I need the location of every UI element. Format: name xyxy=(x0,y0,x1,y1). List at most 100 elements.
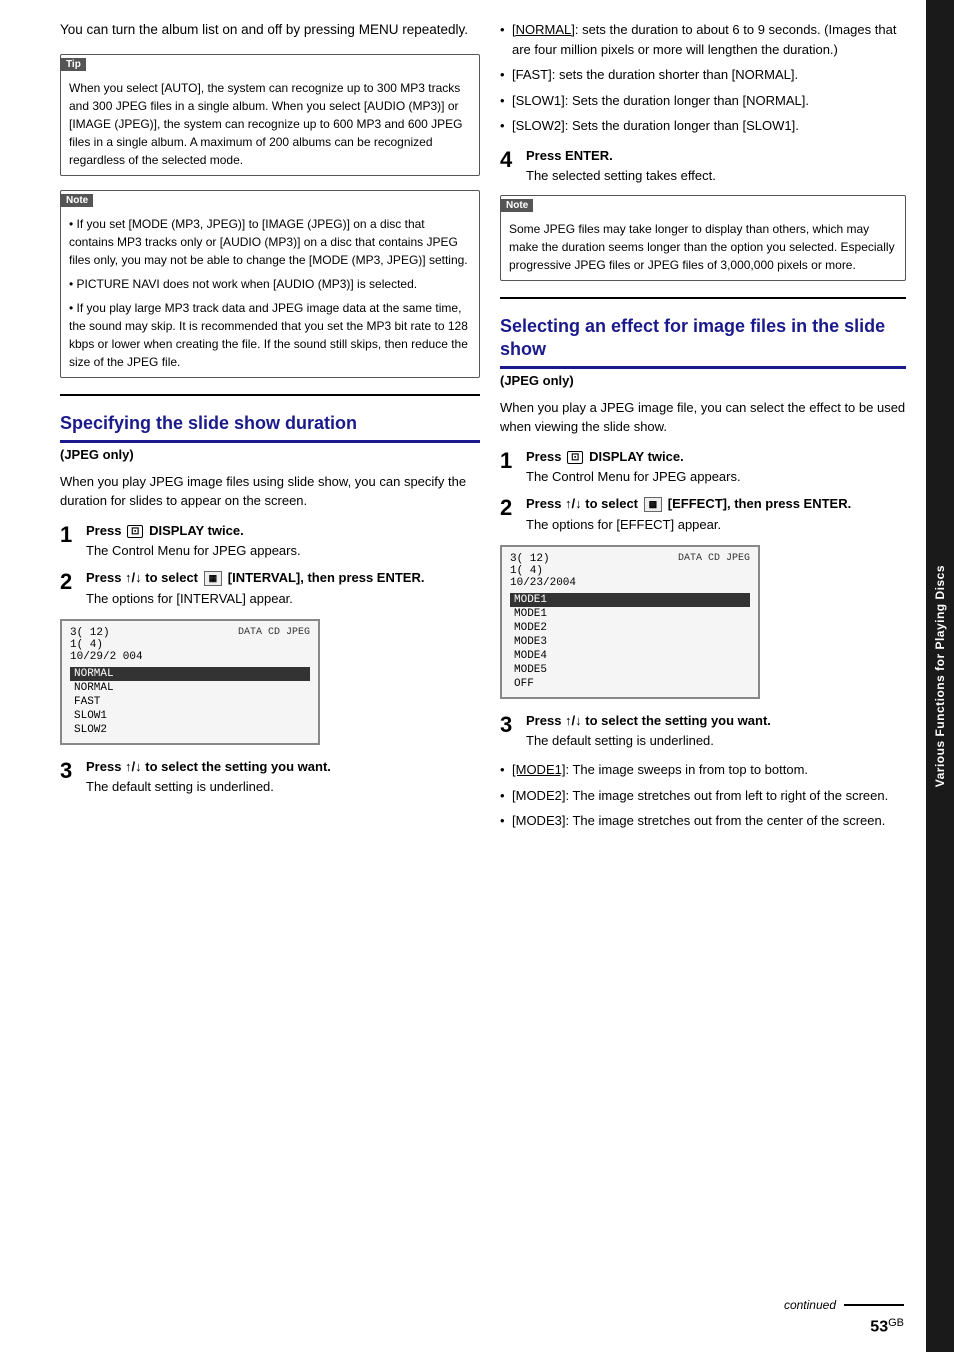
dvd-screen-2: 3( 12) 1( 4) 10/23/2004 DATA CD JPEG MOD… xyxy=(500,545,760,699)
sec2-step1-content: Press ⊡ DISPLAY twice. The Control Menu … xyxy=(526,449,906,487)
page-number-area: 53GB xyxy=(870,1317,904,1336)
interval-option-normal: [NORMAL]: sets the duration to about 6 t… xyxy=(500,20,906,59)
divider-2 xyxy=(500,297,906,299)
step-4: 4 Press ENTER. The selected setting take… xyxy=(500,148,906,186)
note-content-1: • If you set [MODE (MP3, JPEG)] to [IMAG… xyxy=(61,211,479,377)
interval-icon: ▦ xyxy=(204,571,223,586)
dvd-menu-1: NORMAL NORMAL FAST SLOW1 SLOW2 xyxy=(70,667,310,737)
sec2-step3-desc: The default setting is underlined. xyxy=(526,731,906,751)
note-label-2: Note xyxy=(501,199,533,212)
step4-desc: The selected setting takes effect. xyxy=(526,166,906,186)
step-1: 1 Press ⊡ DISPLAY twice. The Control Men… xyxy=(60,523,480,561)
sec2-step2-content: Press ↑/↓ to select ▩ [EFFECT], then pre… xyxy=(526,496,906,535)
step3-number: 3 xyxy=(60,759,82,783)
right-column: [NORMAL]: sets the duration to about 6 t… xyxy=(500,20,906,1332)
section2-title: Selecting an effect for image files in t… xyxy=(500,315,906,369)
sec2-step-1: 1 Press ⊡ DISPLAY twice. The Control Men… xyxy=(500,449,906,487)
dvd-menu-item-slow1: SLOW1 xyxy=(70,709,310,723)
sec2-step2-number: 2 xyxy=(500,496,522,520)
sec2-step3-title: Press ↑/↓ to select the setting you want… xyxy=(526,713,906,728)
step4-title: Press ENTER. xyxy=(526,148,906,163)
note-content-2: Some JPEG files may take longer to displ… xyxy=(501,216,905,280)
sec2-step1-number: 1 xyxy=(500,449,522,473)
sec2-step1-title: Press ⊡ DISPLAY twice. xyxy=(526,449,906,464)
intro-text: You can turn the album list on and off b… xyxy=(60,20,480,40)
dvd-line1: 3( 12) xyxy=(70,627,143,639)
page-number: 53 xyxy=(870,1318,888,1335)
dvd-screen-info-2: 3( 12) 1( 4) 10/23/2004 xyxy=(510,553,576,589)
dvd-line2: 1( 4) xyxy=(70,639,143,651)
section1-intro: When you play JPEG image files using sli… xyxy=(60,472,480,511)
step-2: 2 Press ↑/↓ to select ▦ [INTERVAL], then… xyxy=(60,570,480,609)
section2-subtitle: (JPEG only) xyxy=(500,373,906,388)
main-content: You can turn the album list on and off b… xyxy=(0,0,926,1352)
section1-subtitle: (JPEG only) xyxy=(60,447,480,462)
note-label-1: Note xyxy=(61,194,93,207)
dvd2-menu-mode4: MODE4 xyxy=(510,649,750,663)
continued-text: continued xyxy=(784,1298,904,1312)
display-icon-1: ⊡ xyxy=(127,525,143,538)
sidebar-tab-text: Various Functions for Playing Discs xyxy=(933,565,947,787)
sec2-step1-desc: The Control Menu for JPEG appears. xyxy=(526,467,906,487)
effect-icon: ▩ xyxy=(644,497,663,512)
step2-number: 2 xyxy=(60,570,82,594)
page-suffix: GB xyxy=(888,1317,904,1329)
dvd-menu-2: MODE1 MODE1 MODE2 MODE3 MODE4 MODE5 OFF xyxy=(510,593,750,691)
dvd2-menu-mode2: MODE2 xyxy=(510,621,750,635)
step2-content: Press ↑/↓ to select ▦ [INTERVAL], then p… xyxy=(86,570,480,609)
dvd-label-text-1: DATA CD JPEG xyxy=(238,627,310,638)
dvd-menu-item-normal: NORMAL xyxy=(70,681,310,695)
step2-title: Press ↑/↓ to select ▦ [INTERVAL], then p… xyxy=(86,570,480,586)
note-box-2: Note Some JPEG files may take longer to … xyxy=(500,195,906,281)
note1-item-2: • PICTURE NAVI does not work when [AUDIO… xyxy=(69,275,471,293)
sec2-step2-title: Press ↑/↓ to select ▩ [EFFECT], then pre… xyxy=(526,496,906,512)
note1-item-1: • If you set [MODE (MP3, JPEG)] to [IMAG… xyxy=(69,215,471,269)
interval-option-slow1: [SLOW1]: Sets the duration longer than [… xyxy=(500,91,906,111)
step4-number: 4 xyxy=(500,148,522,172)
tip-box: Tip When you select [AUTO], the system c… xyxy=(60,54,480,176)
sec2-step3-number: 3 xyxy=(500,713,522,737)
dvd-menu-item-fast: FAST xyxy=(70,695,310,709)
dvd-screen-label-1: DATA CD JPEG xyxy=(238,627,310,663)
step1-desc: The Control Menu for JPEG appears. xyxy=(86,541,480,561)
divider-1 xyxy=(60,394,480,396)
section2-intro: When you play a JPEG image file, you can… xyxy=(500,398,906,437)
dvd2-menu-off: OFF xyxy=(510,677,750,691)
step-3: 3 Press ↑/↓ to select the setting you wa… xyxy=(60,759,480,797)
continued-label: continued xyxy=(784,1298,836,1312)
sec2-step-2: 2 Press ↑/↓ to select ▩ [EFFECT], then p… xyxy=(500,496,906,535)
dvd-menu-highlight-1: NORMAL xyxy=(70,667,310,681)
sec2-step2-desc: The options for [EFFECT] appear. xyxy=(526,515,906,535)
tip-text: When you select [AUTO], the system can r… xyxy=(69,81,463,167)
dvd2-menu-mode3: MODE3 xyxy=(510,635,750,649)
step1-number: 1 xyxy=(60,523,82,547)
effect-mode3: [MODE3]: The image stretches out from th… xyxy=(500,811,906,831)
section1-title: Specifying the slide show duration xyxy=(60,412,480,442)
note1-item-3: • If you play large MP3 track data and J… xyxy=(69,299,471,371)
dvd2-menu-mode1: MODE1 xyxy=(510,607,750,621)
display-icon-2: ⊡ xyxy=(567,451,583,464)
tip-label: Tip xyxy=(61,58,86,71)
note2-text: Some JPEG files may take longer to displ… xyxy=(509,220,897,274)
interval-option-slow2: [SLOW2]: Sets the duration longer than [… xyxy=(500,116,906,136)
effect-mode2: [MODE2]: The image stretches out from le… xyxy=(500,786,906,806)
dvd-screen-label-2: DATA CD JPEG xyxy=(678,553,750,589)
sidebar-tab: Various Functions for Playing Discs xyxy=(926,0,954,1352)
step3-desc: The default setting is underlined. xyxy=(86,777,480,797)
step2-desc: The options for [INTERVAL] appear. xyxy=(86,589,480,609)
dvd2-menu-mode5: MODE5 xyxy=(510,663,750,677)
dvd-screen-1: 3( 12) 1( 4) 10/29/2 004 DATA CD JPEG NO… xyxy=(60,619,320,745)
tip-content: When you select [AUTO], the system can r… xyxy=(61,75,479,175)
dvd-screen-top-1: 3( 12) 1( 4) 10/29/2 004 DATA CD JPEG xyxy=(70,627,310,663)
dvd2-line2: 1( 4) xyxy=(510,565,576,577)
dvd-label-text-2: DATA CD JPEG xyxy=(678,553,750,564)
dvd-menu-item-slow2: SLOW2 xyxy=(70,723,310,737)
dvd-screen-info-1: 3( 12) 1( 4) 10/29/2 004 xyxy=(70,627,143,663)
step3-content: Press ↑/↓ to select the setting you want… xyxy=(86,759,480,797)
note-box-1: Note • If you set [MODE (MP3, JPEG)] to … xyxy=(60,190,480,378)
dvd-screen-top-2: 3( 12) 1( 4) 10/23/2004 DATA CD JPEG xyxy=(510,553,750,589)
sec2-step-3: 3 Press ↑/↓ to select the setting you wa… xyxy=(500,713,906,751)
effect-mode1: [MODE1]: The image sweeps in from top to… xyxy=(500,760,906,780)
effect-options-list: [MODE1]: The image sweeps in from top to… xyxy=(500,760,906,831)
step1-title: Press ⊡ DISPLAY twice. xyxy=(86,523,480,538)
